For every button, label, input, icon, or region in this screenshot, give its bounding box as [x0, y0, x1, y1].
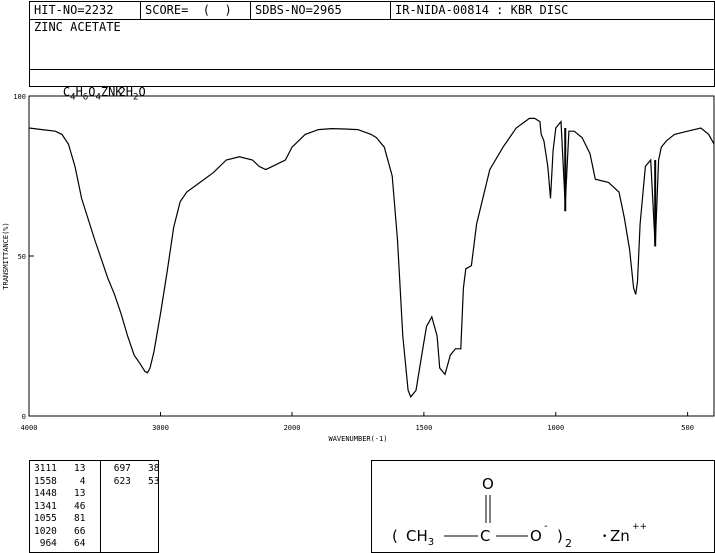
x-tick-label: 500	[681, 424, 694, 432]
paren-close: )	[557, 527, 563, 545]
peak-row: 623 53	[108, 475, 160, 487]
score: SCORE= ( )	[141, 2, 251, 20]
hit-no: HIT-NO=2232	[30, 2, 141, 20]
peak-row: 3111 13	[34, 463, 86, 474]
x-tick-label: 3000	[152, 424, 169, 432]
peak-row: 1341 46	[34, 500, 86, 512]
structure-diagram: ( CH3 C O O - ) 2 • Zn ++	[392, 475, 647, 550]
ir-spectrum-chart: 100500 4000 3000 2000 1500 1000 500 WAVENUMBE…	[2, 93, 715, 443]
peak-row: 1558 4	[34, 475, 86, 487]
acetate-count: 2	[565, 537, 572, 550]
header-divider-1	[30, 19, 714, 20]
peak-row: 1448 13	[34, 488, 86, 499]
spectrum-line	[28, 117, 715, 398]
zinc-atom: Zn	[610, 527, 630, 545]
oxygen-atom: O	[530, 527, 542, 545]
ir-id: IR-NIDA-00814 : KBR DISC	[395, 3, 569, 17]
plot-frame	[28, 95, 715, 417]
peak-row: 697 38	[108, 463, 160, 474]
header-divider-2	[30, 69, 714, 70]
y-tick-label: 50	[18, 253, 26, 261]
paren-open: (	[392, 527, 398, 545]
oxygen-charge: -	[544, 521, 548, 532]
peak-column-1: 3111 13 1558 4 1448 13 1341 46 1055 81 1020 6…	[34, 463, 85, 551]
x-tick-label: 1500	[415, 424, 432, 432]
peak-table-divider	[100, 461, 101, 552]
bullet-dot: •	[602, 532, 607, 542]
header-box: HIT-NO=2232 SCORE= ( ) SDBS-NO=2965 IR-N…	[29, 1, 715, 102]
peak-row: 1020 66	[34, 525, 86, 537]
peak-column-2: 697 38 623 53	[108, 463, 160, 488]
y-tick-label: 100	[13, 93, 26, 101]
peak-table: 3111 13 1558 4 1448 13 1341 46 1055 81 1020 6…	[29, 460, 159, 553]
peak-row: 1055 81	[34, 513, 86, 524]
sdbs-no: SDBS-NO=2965	[251, 2, 391, 20]
compound-name: ZINC ACETATE	[34, 20, 121, 34]
x-tick-label: 4000	[21, 424, 38, 432]
x-tick-label: 2000	[284, 424, 301, 432]
structure-box: ( CH3 C O O - ) 2 • Zn ++	[371, 460, 715, 553]
carbon-atom: C	[480, 527, 490, 545]
peak-row: 964 64	[34, 538, 86, 549]
carbonyl-oxygen: O	[482, 475, 494, 493]
zinc-charge: ++	[632, 522, 647, 532]
y-axis-label: TRANSMITTANCE(%)	[2, 222, 10, 289]
x-tick-label: 1000	[547, 424, 564, 432]
methyl-group: CH3	[406, 527, 434, 548]
x-axis-label: WAVENUMBER(-1)	[328, 435, 387, 443]
y-tick-label: 0	[22, 413, 26, 421]
